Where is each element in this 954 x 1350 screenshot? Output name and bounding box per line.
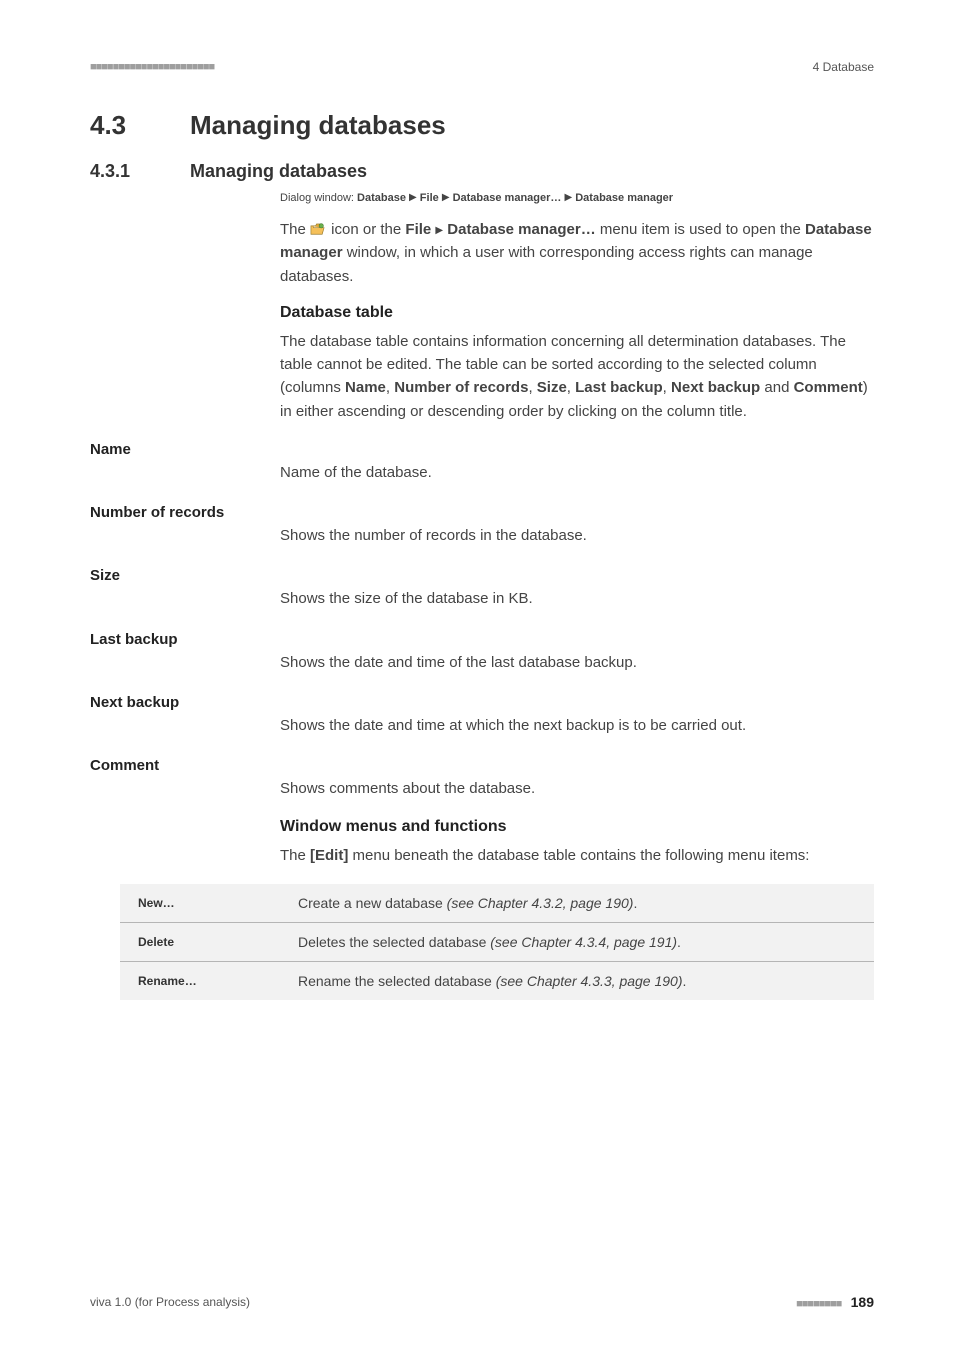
triangle-icon: ▶ xyxy=(564,192,572,203)
window-menus-intro: The [Edit] menu beneath the database tab… xyxy=(280,844,874,867)
section-title: Managing databases xyxy=(190,110,446,140)
field-desc: Shows comments about the database. xyxy=(280,755,874,800)
menu-item-desc: Rename the selected database (see Chapte… xyxy=(280,961,874,1000)
edit-menu-table: New… Create a new database (see Chapter … xyxy=(120,884,874,1000)
field-last-backup: Last backup Shows the date and time of t… xyxy=(90,629,874,674)
table-row: Delete Deletes the selected database (se… xyxy=(120,922,874,961)
field-desc: Shows the date and time of the last data… xyxy=(280,629,874,674)
menu-item-new: New… xyxy=(120,884,280,923)
field-desc: Shows the size of the database in KB. xyxy=(280,565,874,610)
database-table-heading: Database table xyxy=(280,304,874,322)
decorative-bars-left: ■■■■■■■■■■■■■■■■■■■■■■ xyxy=(90,61,214,73)
menu-item-rename: Rename… xyxy=(120,961,280,1000)
footer-right: ■■■■■■■■ 189 xyxy=(796,1294,874,1310)
field-next-backup: Next backup Shows the date and time at w… xyxy=(90,692,874,737)
page-number: 189 xyxy=(851,1294,874,1310)
field-label: Next backup xyxy=(90,692,280,737)
field-label: Number of records xyxy=(90,502,280,547)
header-chapter: 4 Database xyxy=(813,60,874,74)
field-desc: Shows the date and time at which the nex… xyxy=(280,692,874,737)
subsection-heading-4-3-1: 4.3.1Managing databases xyxy=(90,161,874,182)
dialog-window-path: Dialog window: Database ▶ File ▶ Databas… xyxy=(280,192,874,204)
folder-open-icon xyxy=(310,223,325,235)
menu-item-desc: Create a new database (see Chapter 4.3.2… xyxy=(280,884,874,923)
field-comment: Comment Shows comments about the databas… xyxy=(90,755,874,800)
page-footer: viva 1.0 (for Process analysis) ■■■■■■■■… xyxy=(90,1294,874,1310)
menu-item-delete: Delete xyxy=(120,922,280,961)
field-size: Size Shows the size of the database in K… xyxy=(90,565,874,610)
subsection-number: 4.3.1 xyxy=(90,161,190,182)
subsection-title: Managing databases xyxy=(190,161,367,181)
window-menus-heading: Window menus and functions xyxy=(280,818,874,836)
page-header: ■■■■■■■■■■■■■■■■■■■■■■ 4 Database xyxy=(90,60,874,74)
footer-product: viva 1.0 (for Process analysis) xyxy=(90,1295,250,1309)
triangle-icon: ▶ xyxy=(409,192,417,203)
field-label: Name xyxy=(90,439,280,484)
table-row: Rename… Rename the selected database (se… xyxy=(120,961,874,1000)
field-desc: Shows the number of records in the datab… xyxy=(280,502,874,547)
field-label: Comment xyxy=(90,755,280,800)
intro-paragraph: The icon or the File ▶ Database manager…… xyxy=(280,218,874,288)
field-number-of-records: Number of records Shows the number of re… xyxy=(90,502,874,547)
table-row: New… Create a new database (see Chapter … xyxy=(120,884,874,923)
decorative-bars-right: ■■■■■■■■ xyxy=(796,1298,841,1310)
triangle-icon: ▶ xyxy=(442,192,450,203)
menu-item-desc: Deletes the selected database (see Chapt… xyxy=(280,922,874,961)
triangle-icon: ▶ xyxy=(435,225,443,236)
database-table-paragraph: The database table contains information … xyxy=(280,330,874,423)
section-number: 4.3 xyxy=(90,110,190,141)
field-label: Last backup xyxy=(90,629,280,674)
field-label: Size xyxy=(90,565,280,610)
field-desc: Name of the database. xyxy=(280,439,874,484)
section-heading-4-3: 4.3Managing databases xyxy=(90,110,874,141)
field-name: Name Name of the database. xyxy=(90,439,874,484)
